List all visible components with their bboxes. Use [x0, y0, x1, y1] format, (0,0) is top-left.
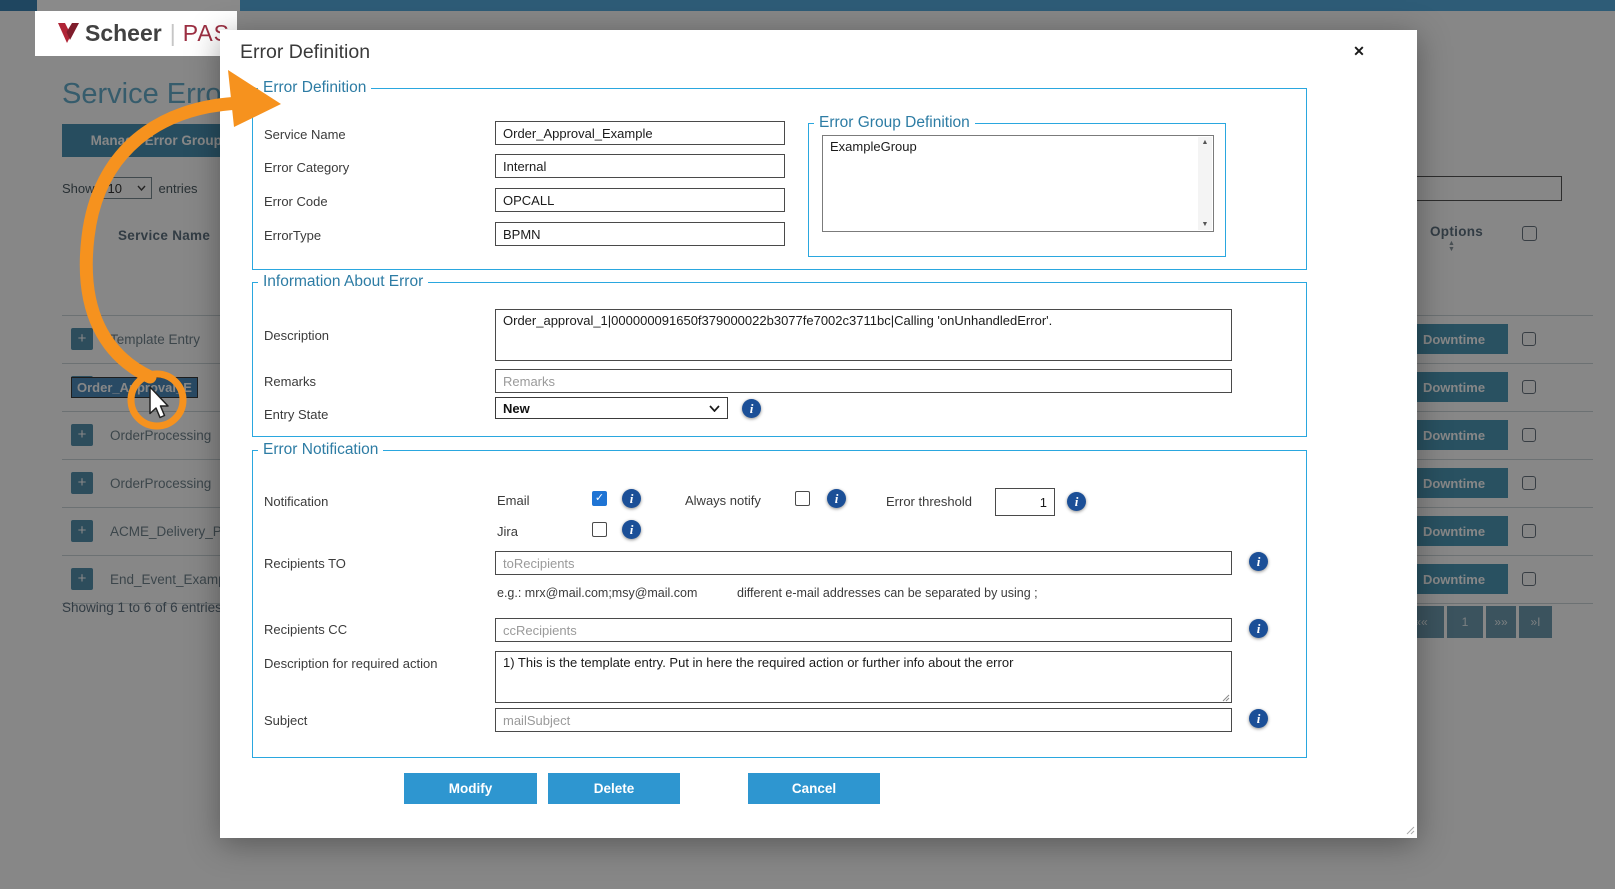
subject-field[interactable] — [495, 708, 1232, 732]
email-separator-hint: different e-mail addresses can be separa… — [737, 586, 1038, 600]
info-icon[interactable]: i — [622, 520, 641, 539]
jira-label: Jira — [497, 524, 518, 539]
email-label: Email — [497, 493, 530, 508]
legend-error-definition: Error Definition — [258, 79, 371, 97]
error-category-label: Error Category — [264, 160, 349, 175]
check-icon: ✓ — [595, 493, 604, 504]
scheer-mark-icon — [57, 21, 80, 46]
top-bar-tab-segment — [37, 0, 240, 11]
jira-checkbox[interactable] — [592, 522, 607, 537]
brand-name: Scheer — [85, 20, 162, 47]
screen: Service Error List Manage Error Groups S… — [0, 0, 1615, 889]
remarks-label: Remarks — [264, 374, 316, 389]
entry-state-value: New — [503, 401, 530, 416]
entry-state-label: Entry State — [264, 407, 328, 422]
error-definition-dialog: Error Definition ✕ Error Definition Serv… — [220, 30, 1417, 838]
cancel-button[interactable]: Cancel — [748, 773, 880, 804]
notification-label: Notification — [264, 494, 328, 509]
email-checkbox[interactable]: ✓ — [592, 491, 607, 506]
resize-handle-icon[interactable] — [1221, 693, 1230, 702]
info-icon[interactable]: i — [1249, 619, 1268, 638]
brand-logo: Scheer | PAS — [35, 11, 237, 56]
subject-label: Subject — [264, 713, 307, 728]
scroll-down-icon[interactable]: ▼ — [1202, 221, 1209, 228]
recipients-to-label: Recipients TO — [264, 556, 346, 571]
email-example-hint: e.g.: mrx@mail.com;msy@mail.com — [497, 586, 697, 600]
legend-information-about-error: Information About Error — [258, 273, 428, 291]
scroll-up-icon[interactable]: ▲ — [1202, 139, 1209, 146]
error-threshold-field[interactable] — [995, 488, 1055, 516]
info-icon[interactable]: i — [622, 489, 641, 508]
chevron-down-icon — [709, 405, 720, 412]
error-group-option[interactable]: ExampleGroup — [823, 136, 1213, 157]
close-icon[interactable]: ✕ — [1348, 40, 1370, 62]
dialog-resize-handle-icon[interactable] — [1405, 825, 1415, 835]
info-icon[interactable]: i — [827, 489, 846, 508]
error-code-label: Error Code — [264, 194, 328, 209]
delete-button[interactable]: Delete — [548, 773, 680, 804]
remarks-field[interactable] — [495, 369, 1232, 393]
info-icon[interactable]: i — [1249, 552, 1268, 571]
error-type-field[interactable] — [495, 222, 785, 246]
entry-state-select[interactable]: New — [495, 397, 728, 419]
always-notify-checkbox[interactable] — [795, 491, 810, 506]
recipients-cc-label: Recipients CC — [264, 622, 347, 637]
legend-error-group-definition: Error Group Definition — [814, 114, 975, 132]
error-code-field[interactable] — [495, 188, 785, 212]
dialog-title: Error Definition — [240, 41, 370, 64]
recipients-to-field[interactable] — [495, 551, 1232, 575]
service-name-label: Service Name — [264, 127, 346, 142]
recipients-cc-field[interactable] — [495, 618, 1232, 642]
required-action-field[interactable]: 1) This is the template entry. Put in he… — [495, 651, 1232, 703]
info-icon[interactable]: i — [1249, 709, 1268, 728]
info-icon[interactable]: i — [742, 399, 761, 418]
error-category-field[interactable] — [495, 154, 785, 178]
listbox-scrollbar[interactable]: ▲ ▼ — [1198, 137, 1212, 230]
required-action-label: Description for required action — [264, 656, 437, 671]
description-field[interactable]: Order_approval_1|000000091650f379000022b… — [495, 309, 1232, 361]
service-name-field[interactable] — [495, 121, 785, 145]
info-icon[interactable]: i — [1067, 492, 1086, 511]
error-threshold-label: Error threshold — [886, 494, 972, 509]
brand-separator: | — [170, 20, 176, 47]
error-group-listbox[interactable]: ExampleGroup ▲ ▼ — [822, 135, 1214, 232]
always-notify-label: Always notify — [685, 493, 761, 508]
modify-button[interactable]: Modify — [404, 773, 537, 804]
error-type-label: ErrorType — [264, 228, 321, 243]
legend-error-notification: Error Notification — [258, 441, 383, 459]
description-label: Description — [264, 328, 329, 343]
top-bar-dark-segment — [0, 0, 37, 11]
top-bar — [0, 0, 1615, 11]
